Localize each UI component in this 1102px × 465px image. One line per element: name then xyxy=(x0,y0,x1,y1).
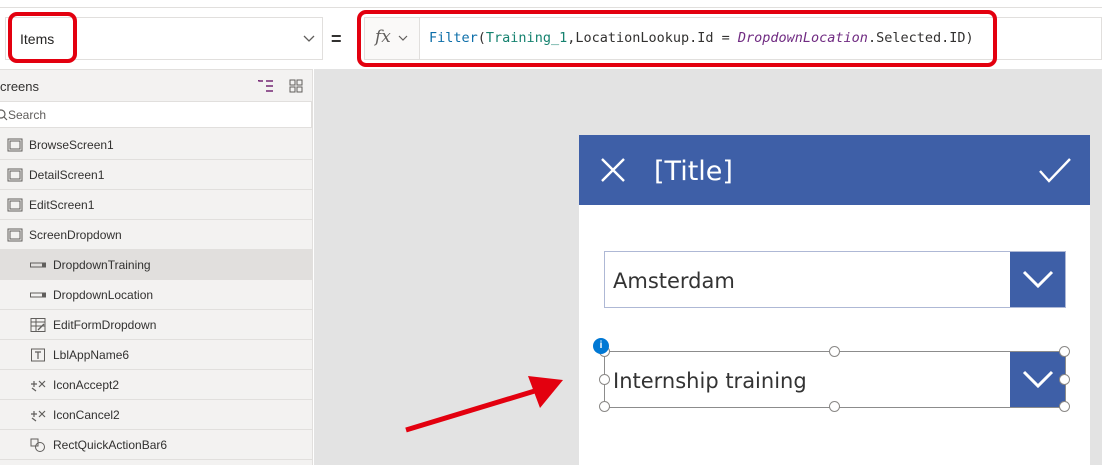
tree-item-label: DropdownLocation xyxy=(53,288,154,302)
chevron-down-icon xyxy=(398,35,408,41)
tree-item-dropdownlocation[interactable]: DropdownLocation xyxy=(0,280,312,310)
dropdown-location-toggle[interactable] xyxy=(1010,252,1065,307)
tree-item-editformdropdown[interactable]: EditFormDropdown xyxy=(0,310,312,340)
title-bar: [Title] xyxy=(579,135,1090,205)
formula-text: ,LocationLookup.Id = xyxy=(567,30,738,46)
screen-icon xyxy=(7,198,23,212)
resize-handle-e[interactable] xyxy=(1059,374,1070,385)
close-icon[interactable] xyxy=(599,156,627,184)
property-selector-value: Items xyxy=(20,31,55,47)
chevron-down-icon xyxy=(1022,270,1054,289)
formula-function: Filter xyxy=(429,30,478,46)
dropdown-location-value: Amsterdam xyxy=(613,269,735,293)
dropdown-training[interactable]: Internship training xyxy=(604,351,1066,408)
tree-item-label: ScreenDropdown xyxy=(29,228,122,242)
icon-control-icon xyxy=(31,410,46,422)
panel-title: creens xyxy=(0,79,40,94)
screen-icon xyxy=(7,138,23,152)
screen-icon xyxy=(7,228,23,242)
tree-item-label: EditFormDropdown xyxy=(53,318,157,332)
formula-datasource: Training_1 xyxy=(485,30,568,46)
tree-item-lblappname6[interactable]: LblAppName6 xyxy=(0,340,312,370)
resize-handle-se[interactable] xyxy=(1059,401,1070,412)
resize-handle-n[interactable] xyxy=(829,346,840,357)
search-box[interactable] xyxy=(0,101,312,128)
tree-item-label: IconAccept2 xyxy=(53,378,120,392)
tree-item-label: RectQuickActionBar6 xyxy=(53,438,168,452)
dropdown-training-value: Internship training xyxy=(613,369,807,393)
resize-handle-w[interactable] xyxy=(599,374,610,385)
annotation-arrow xyxy=(405,376,563,433)
tree-item-editscreen1[interactable]: EditScreen1 xyxy=(0,190,312,220)
shape-icon xyxy=(30,438,45,452)
top-strip xyxy=(0,0,1102,8)
search-input[interactable] xyxy=(8,102,298,127)
checkmark-icon[interactable] xyxy=(1037,155,1073,185)
property-selector[interactable]: Items xyxy=(5,17,323,60)
chevron-down-icon[interactable] xyxy=(302,31,316,45)
tree-item-label: DropdownTraining xyxy=(53,258,151,272)
tree-item-dropdowntraining[interactable]: DropdownTraining xyxy=(0,250,312,280)
tree-item-detailscreen1[interactable]: DetailScreen1 xyxy=(0,160,312,190)
screens-tree: BrowseScreen1 DetailScreen1 EditScreen1 … xyxy=(0,130,312,460)
dropdown-control-icon xyxy=(30,292,46,298)
label-icon xyxy=(31,348,45,362)
dropdown-training-toggle[interactable] xyxy=(1010,352,1065,407)
resize-handle-ne[interactable] xyxy=(1059,346,1070,357)
fx-button[interactable]: fx xyxy=(365,18,420,59)
resize-handle-sw[interactable] xyxy=(599,401,610,412)
tree-item-label: EditScreen1 xyxy=(29,198,95,212)
screen-title: [Title] xyxy=(654,156,733,187)
tree-item-label: DetailScreen1 xyxy=(29,168,105,182)
form-icon xyxy=(30,318,46,332)
tree-item-screendropdown[interactable]: ScreenDropdown xyxy=(0,220,312,250)
equals-sign: = xyxy=(331,29,342,49)
info-badge[interactable]: i xyxy=(593,338,609,354)
tree-item-rectquickactionbar6[interactable]: RectQuickActionBar6 xyxy=(0,430,312,460)
fx-icon: fx xyxy=(375,27,391,47)
tree-item-iconaccept2[interactable]: IconAccept2 xyxy=(0,370,312,400)
dropdown-location[interactable]: Amsterdam xyxy=(604,251,1066,308)
tree-item-label: IconCancel2 xyxy=(53,408,120,422)
icon-control-icon xyxy=(31,380,46,392)
tree-item-label: BrowseScreen1 xyxy=(29,138,114,152)
formula-bar[interactable]: fx Filter(Training_1,LocationLookup.Id =… xyxy=(364,17,1102,60)
formula-input[interactable]: Filter(Training_1,LocationLookup.Id = Dr… xyxy=(429,30,974,46)
dropdown-control-icon xyxy=(30,262,46,268)
tree-item-browsescreen1[interactable]: BrowseScreen1 xyxy=(0,130,312,160)
formula-paren: ( xyxy=(477,30,486,46)
formula-control-ref: DropdownLocation xyxy=(737,30,868,46)
formula-text-end: .Selected.ID) xyxy=(867,30,974,46)
chevron-down-icon xyxy=(1022,370,1054,389)
tree-view-icon[interactable] xyxy=(257,78,275,94)
app-screen-preview: [Title] Amsterdam Internship training i xyxy=(579,135,1090,465)
tree-item-label: LblAppName6 xyxy=(53,348,130,362)
tree-item-iconcancel2[interactable]: IconCancel2 xyxy=(0,400,312,430)
screen-icon xyxy=(7,168,23,182)
thumbnail-view-icon[interactable] xyxy=(288,78,304,94)
tree-view-panel: creens BrowseScreen1 DetailScreen1 EditS… xyxy=(0,69,313,465)
resize-handle-s[interactable] xyxy=(829,401,840,412)
